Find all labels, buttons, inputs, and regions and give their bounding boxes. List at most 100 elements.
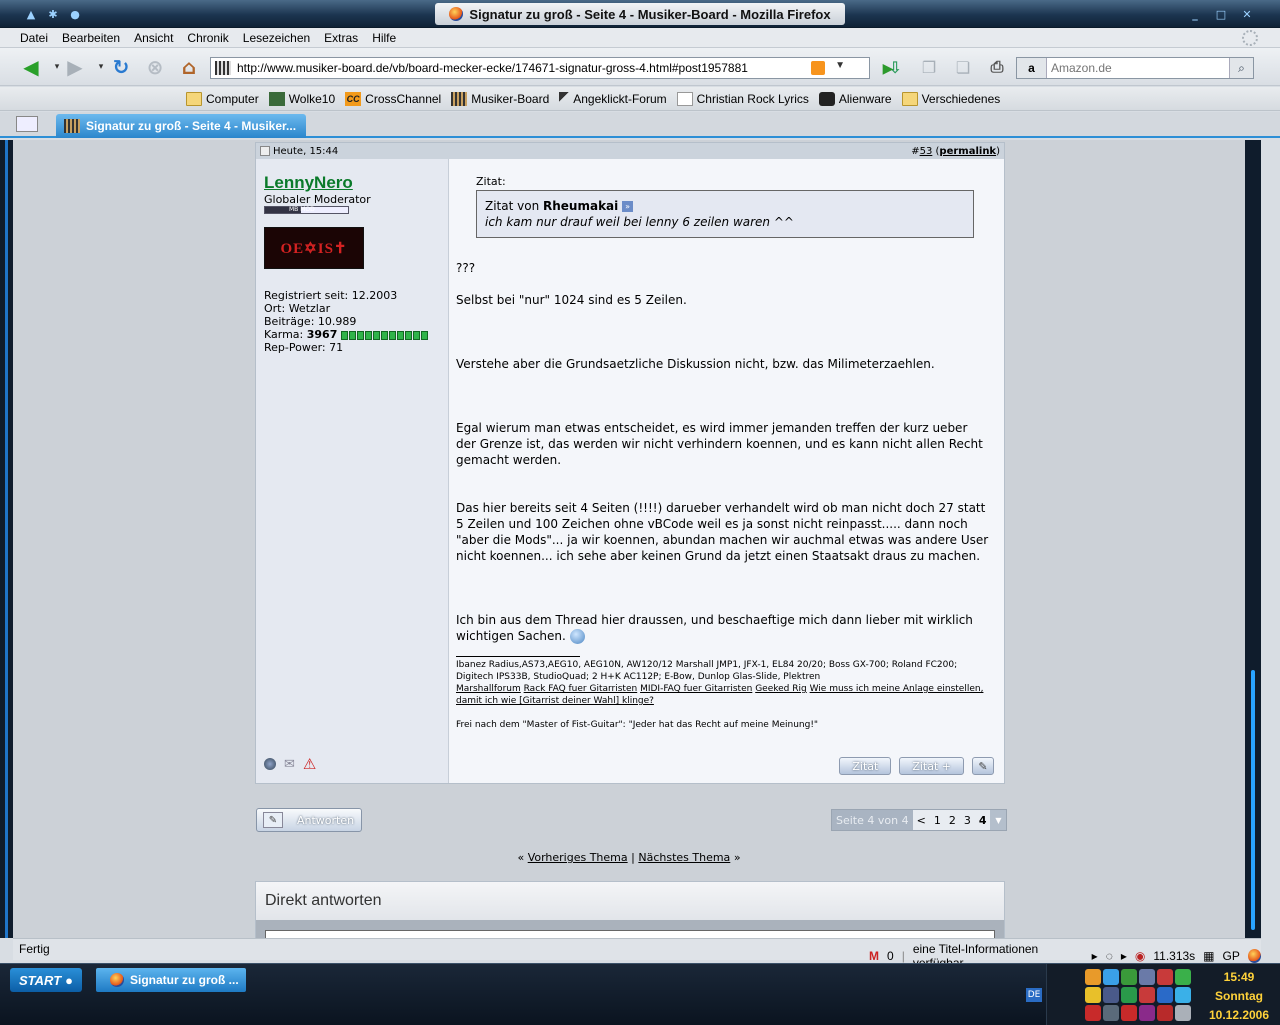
window-border-left — [0, 140, 13, 938]
menu-chronik[interactable]: Chronik — [187, 31, 228, 45]
menu-extras[interactable]: Extras — [324, 31, 358, 45]
sig-link-midi-faq[interactable]: MIDI-FAQ fuer Gitarristen — [640, 684, 752, 694]
bookmark-alienware[interactable]: Alienware — [818, 91, 892, 106]
bookmark-crosschannel[interactable]: CC CrossChannel — [345, 91, 441, 106]
menu-lesezeichen[interactable]: Lesezeichen — [243, 31, 310, 45]
quote-button[interactable]: Zitat — [839, 757, 892, 775]
menu-ansicht[interactable]: Ansicht — [134, 31, 173, 45]
bookmark-wolke10[interactable]: Wolke10 — [268, 91, 335, 106]
tray-no-icon[interactable] — [1121, 1005, 1137, 1021]
menu-bearbeiten[interactable]: Bearbeiten — [62, 31, 120, 45]
tray-volume-icon[interactable] — [1157, 987, 1173, 1003]
stop-icon[interactable]: ⊗ — [142, 54, 168, 80]
sig-link-rack-faq[interactable]: Rack FAQ fuer Gitarristen — [524, 684, 638, 694]
go-icon[interactable]: ▶ — [877, 58, 899, 78]
gmail-icon[interactable]: M — [869, 949, 879, 963]
bookmark-musiker-board[interactable]: Musiker-Board — [451, 91, 549, 106]
tray-app-icon[interactable] — [1085, 969, 1101, 985]
tray-monitor-icon[interactable] — [1139, 969, 1155, 985]
tray-devil-icon[interactable] — [1157, 969, 1173, 985]
bookmark-verschiedenes[interactable]: Verschiedenes — [901, 91, 1000, 106]
new-tab-icon[interactable] — [16, 116, 38, 132]
reply-button[interactable]: ✎ Antworten — [256, 808, 362, 832]
previous-thread-link[interactable]: Vorheriges Thema — [528, 851, 628, 864]
url-dropdown-icon[interactable]: ▼ — [835, 60, 845, 71]
tray-network-icon[interactable] — [1121, 987, 1137, 1003]
pager-page-1[interactable]: 1 — [930, 814, 945, 827]
copy-icon[interactable]: ❐ — [916, 54, 942, 80]
bookmark-computer[interactable]: Computer — [186, 91, 259, 106]
tray-snowflake-icon[interactable] — [1103, 969, 1119, 985]
bookmark-angeklickt-forum[interactable]: Angeklickt-Forum — [559, 91, 667, 106]
view-post-icon[interactable]: » — [622, 201, 634, 212]
rss-feed-icon[interactable] — [811, 61, 825, 75]
tray-paw-icon[interactable] — [1175, 1005, 1191, 1021]
tray-messenger-icon[interactable] — [1175, 969, 1191, 985]
title-bar: ▲ ✱ ● Signatur zu groß - Seite 4 - Musik… — [0, 0, 1280, 28]
private-message-icon[interactable]: ✉ — [284, 757, 295, 772]
tray-x-icon[interactable] — [1157, 1005, 1173, 1021]
back-icon[interactable]: ◀ — [18, 54, 44, 80]
pager-page-3[interactable]: 3 — [960, 814, 975, 827]
pagerank-icon[interactable]: ▦ — [1203, 949, 1214, 963]
tray-alert-icon[interactable] — [1085, 1005, 1101, 1021]
report-post-icon[interactable]: ⚠ — [303, 755, 316, 773]
vertical-scrollbar[interactable] — [1245, 140, 1261, 938]
multiquote-button[interactable]: Zitat + — [899, 757, 964, 775]
home-icon[interactable]: ⌂ — [176, 54, 202, 80]
tab-bar: Signatur zu groß - Seite 4 - Musiker... — [0, 112, 1280, 138]
forward-icon[interactable]: ▶ — [62, 54, 88, 80]
tray-q-icon[interactable] — [1175, 987, 1191, 1003]
reload-icon[interactable]: ↻ — [108, 54, 134, 80]
pager-dropdown-icon[interactable]: ▼ — [990, 810, 1007, 830]
tray-bolt-icon[interactable] — [1085, 987, 1101, 1003]
tray-disc-icon[interactable] — [1103, 1005, 1119, 1021]
user-registered: Registriert seit: 12.2003 — [264, 289, 398, 302]
taskbar-item-firefox[interactable]: Signatur zu groß ... — [96, 968, 246, 992]
help-circle-icon[interactable]: ◌ — [1106, 949, 1113, 963]
post-message: Zitat: Zitat von Rheumakai » ich kam nur… — [456, 159, 994, 731]
search-icon[interactable]: ⌕ — [1229, 58, 1253, 78]
tray-shield-icon[interactable] — [1139, 987, 1155, 1003]
tray-link-icon[interactable] — [1139, 1005, 1155, 1021]
search-input[interactable] — [1047, 61, 1229, 75]
menu-hilfe[interactable]: Hilfe — [372, 31, 396, 45]
status-arrow-icon[interactable]: ▸ — [1092, 949, 1098, 963]
start-button[interactable]: START ● — [10, 968, 82, 992]
paste-icon[interactable]: ❏ — [950, 54, 976, 80]
edit-post-icon[interactable]: ✎ — [972, 757, 994, 775]
firefox-status-icon[interactable] — [1247, 949, 1261, 963]
site-favicon-icon — [215, 61, 231, 75]
tab-active[interactable]: Signatur zu groß - Seite 4 - Musiker... — [56, 114, 306, 138]
tray-bars-icon[interactable] — [1121, 969, 1137, 985]
next-thread-link[interactable]: Nächstes Thema — [638, 851, 730, 864]
username-link[interactable]: LennyNero — [264, 173, 353, 192]
sig-link-geeked-rig[interactable]: Geeked Rig — [755, 684, 807, 694]
cursor-icon — [559, 91, 570, 106]
bookmark-label: Angeklickt-Forum — [573, 91, 667, 106]
amazon-engine-icon[interactable]: a — [1017, 58, 1047, 78]
tray-window-icon[interactable] — [1103, 987, 1119, 1003]
search-box: a ⌕ — [1016, 57, 1254, 79]
pager-page-2[interactable]: 2 — [945, 814, 960, 827]
sig-link-marshallforum[interactable]: Marshallforum — [456, 684, 521, 694]
language-indicator[interactable]: DE — [1026, 988, 1042, 1002]
clock[interactable]: 15:49 Sonntag 10.12.2006 — [1204, 968, 1274, 1025]
print-icon[interactable]: ⎙ — [984, 54, 1010, 80]
signature-gear-line: Digitech IPS33B, StudioQuad; 2 H+K AC112… — [456, 672, 821, 682]
pager-prev[interactable]: < — [913, 814, 930, 827]
bookmark-christian-rock-lyrics[interactable]: Christian Rock Lyrics — [676, 91, 809, 106]
fasterfox-icon[interactable]: ◉ — [1135, 949, 1145, 963]
permalink-link[interactable]: permalink — [939, 146, 996, 157]
close-button[interactable]: ✕ — [1238, 5, 1256, 23]
post-number-link[interactable]: 53 — [920, 146, 933, 157]
url-bar[interactable]: http://www.musiker-board.de/vb/board-mec… — [210, 57, 893, 79]
scrollbar-thumb[interactable] — [1251, 670, 1255, 930]
maximize-button[interactable]: □ — [1212, 5, 1230, 23]
status-arrow-icon[interactable]: ▸ — [1121, 949, 1127, 963]
quick-reply-editor[interactable] — [265, 930, 995, 938]
minimize-button[interactable]: _ — [1186, 5, 1204, 23]
menu-datei[interactable]: Datei — [20, 31, 48, 45]
url-text[interactable]: http://www.musiker-board.de/vb/board-mec… — [237, 61, 748, 75]
cc-icon: CC — [345, 91, 362, 106]
